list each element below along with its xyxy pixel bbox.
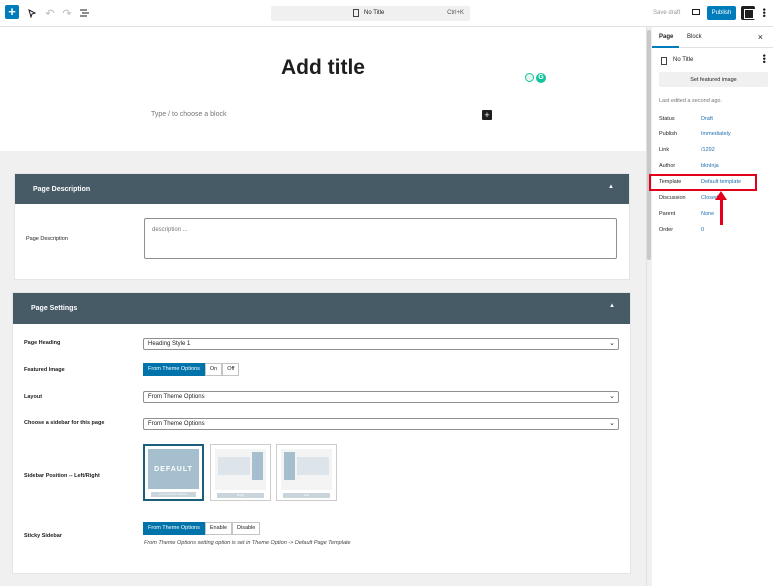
sidebar-select[interactable]: From Theme Options ⌄	[143, 418, 619, 430]
publish-button[interactable]: Publish	[707, 6, 736, 20]
active-tab-indicator	[652, 46, 679, 48]
grammarly-icon[interactable]: G	[536, 73, 546, 83]
publish-label: Publish	[659, 131, 678, 137]
parent-label: Parent	[659, 211, 676, 217]
default-tile: DEFAULT	[148, 449, 199, 489]
field-label: Sticky Sidebar	[24, 533, 62, 539]
tab-block[interactable]: Block	[687, 34, 702, 40]
order-label: Order	[659, 227, 674, 233]
select-value: Heading Style 1	[148, 341, 191, 347]
collapse-toggle-icon[interactable]: ▲	[608, 184, 614, 190]
option-enable[interactable]: Enable	[204, 522, 233, 535]
redo-icon[interactable]: ↷	[59, 5, 75, 21]
layout-option-left[interactable]: Left	[276, 444, 337, 501]
field-label: Featured Image	[24, 367, 65, 373]
block-placeholder[interactable]: Type / to choose a block	[151, 111, 227, 118]
chevron-down-icon: ⌄	[609, 420, 615, 427]
layout-caption: Right	[217, 493, 264, 498]
layout-option-default[interactable]: DEFAULT From Theme Options	[143, 444, 204, 501]
option-from-theme[interactable]: From Theme Options	[143, 522, 205, 535]
page-icon	[661, 57, 667, 65]
author-label: Author	[659, 163, 676, 169]
sidebar-doc-title: No Title	[673, 57, 694, 63]
option-on[interactable]: On	[204, 363, 223, 376]
page-heading-select[interactable]: Heading Style 1 ⌄	[143, 338, 619, 350]
sticky-sidebar-toggle: From Theme Options Enable Disable	[143, 522, 261, 535]
field-label: Page Description	[26, 236, 68, 242]
layout-option-right[interactable]: Right	[210, 444, 271, 501]
template-highlight-box	[649, 174, 757, 191]
order-value[interactable]: 0	[701, 227, 704, 233]
field-label: Sidebar Position -- Left/Right	[24, 473, 100, 479]
layout-preview	[281, 449, 332, 490]
command-palette-bar[interactable]: No Title Ctrl+K	[271, 6, 470, 21]
page-settings-metabox: Page Settings ▲ Page Heading Heading Sty…	[13, 293, 630, 573]
layout-select[interactable]: From Theme Options ⌄	[143, 391, 619, 403]
featured-image-toggle: From Theme Options On Off	[143, 363, 240, 376]
editor-canvas: Add title G Type / to choose a block + P…	[0, 27, 646, 586]
inline-add-block-button[interactable]: +	[482, 110, 492, 120]
select-value: From Theme Options	[148, 394, 205, 400]
page-description-metabox: Page Description ▲ Page Description desc…	[15, 174, 629, 279]
sidebar-position-picker: DEFAULT From Theme Options Right Left	[143, 444, 343, 504]
chevron-down-icon: ⌄	[609, 340, 615, 347]
close-icon[interactable]: ×	[758, 32, 763, 42]
grammarly-widget[interactable]: G	[525, 73, 547, 83]
doc-bar-title: No Title	[364, 10, 385, 16]
editor-content-area: Add title G Type / to choose a block +	[0, 27, 646, 151]
post-title-input[interactable]: Add title	[0, 56, 646, 80]
document-overview-icon[interactable]	[76, 5, 92, 21]
save-draft-button[interactable]: Save draft	[653, 10, 680, 16]
metabox-title: Page Settings	[31, 305, 78, 312]
settings-sidebar: Page Block × No Title ••• Set featured i…	[652, 27, 773, 586]
select-value: From Theme Options	[148, 421, 205, 427]
link-label: Link	[659, 147, 670, 153]
last-edited-text: Last edited a second ago.	[659, 98, 722, 104]
select-tool-icon[interactable]	[24, 5, 40, 21]
grammarly-suggestion-icon[interactable]	[525, 73, 534, 82]
set-featured-image-button[interactable]: Set featured image	[659, 72, 768, 87]
discussion-label: Discussion	[659, 195, 686, 201]
metabox-header[interactable]: Page Settings ▲	[13, 293, 630, 324]
page-icon	[353, 9, 359, 17]
canvas-scrollbar[interactable]	[647, 30, 651, 260]
tab-page[interactable]: Page	[659, 34, 673, 40]
editor-top-toolbar: + ↶ ↷ No Title Ctrl+K Save draft Publish…	[0, 0, 773, 27]
field-label: Page Heading	[24, 340, 61, 346]
sticky-sidebar-note: From Theme Options setting option is set…	[144, 540, 351, 546]
more-options-icon[interactable]: •••	[759, 8, 769, 17]
author-value[interactable]: bknInja	[701, 163, 719, 169]
metabox-title: Page Description	[33, 186, 91, 193]
arrow-shaft	[720, 196, 723, 225]
sidebar-tabs: Page Block ×	[652, 27, 773, 48]
field-label: Layout	[24, 394, 43, 400]
link-value[interactable]: /1292	[701, 147, 715, 153]
undo-icon[interactable]: ↶	[42, 5, 58, 21]
page-description-textarea[interactable]: description ...	[144, 218, 617, 259]
status-label: Status	[659, 116, 675, 122]
option-disable[interactable]: Disable	[232, 522, 261, 535]
chevron-down-icon: ⌄	[609, 393, 615, 400]
settings-panel-toggle-icon[interactable]	[741, 6, 756, 20]
add-block-button[interactable]: +	[5, 5, 19, 19]
layout-caption: From Theme Options	[151, 492, 196, 497]
option-from-theme[interactable]: From Theme Options	[143, 363, 205, 376]
publish-value[interactable]: Immediately	[701, 131, 731, 137]
preview-icon[interactable]	[692, 9, 700, 15]
parent-value[interactable]: None	[701, 211, 714, 217]
field-label: Choose a sidebar for this page	[24, 420, 105, 426]
status-value[interactable]: Draft	[701, 116, 713, 122]
collapse-toggle-icon[interactable]: ▲	[609, 303, 615, 309]
more-options-icon[interactable]: •••	[759, 54, 769, 63]
layout-caption: Left	[283, 493, 330, 498]
option-off[interactable]: Off	[222, 363, 240, 376]
shortcut-hint: Ctrl+K	[447, 10, 464, 16]
metabox-header[interactable]: Page Description ▲	[15, 174, 629, 204]
layout-preview	[215, 449, 266, 490]
